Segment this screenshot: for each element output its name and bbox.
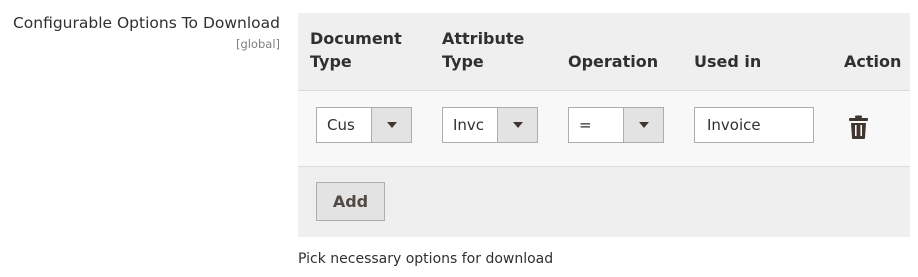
- attribute-type-value: Invc: [453, 116, 485, 134]
- document-type-value: Cus: [327, 116, 355, 134]
- used-in-input[interactable]: Invoice: [694, 107, 814, 143]
- chevron-down-icon[interactable]: [371, 108, 411, 142]
- field-title: Configurable Options To Download: [12, 14, 280, 32]
- scope-label: [global]: [235, 37, 280, 51]
- header-document-type-line1: Document: [310, 29, 402, 48]
- header-attribute-type: Attribute Type: [442, 27, 524, 73]
- table-row: Cus Invc = Invoice: [298, 90, 910, 167]
- chevron-down-icon[interactable]: [497, 108, 537, 142]
- field-note: Pick necessary options for download: [298, 251, 554, 267]
- header-used-in: Used in: [694, 52, 762, 71]
- chevron-down-icon[interactable]: [623, 108, 663, 142]
- field-label: Configurable Options To Download [global…: [13, 13, 280, 52]
- operation-value: =: [579, 116, 592, 134]
- operation-select[interactable]: =: [568, 107, 664, 143]
- document-type-select[interactable]: Cus: [316, 107, 412, 143]
- add-button[interactable]: Add: [316, 182, 385, 221]
- header-document-type-line2: Type: [310, 52, 352, 71]
- header-operation: Operation: [568, 52, 659, 71]
- header-action: Action: [844, 52, 902, 71]
- options-table: Document Type Attribute Type Operation U…: [298, 13, 910, 237]
- header-attribute-type-line2: Type: [442, 52, 484, 71]
- trash-icon[interactable]: [848, 115, 869, 139]
- header-document-type: Document Type: [310, 27, 402, 73]
- header-attribute-type-line1: Attribute: [442, 29, 525, 48]
- attribute-type-select[interactable]: Invc: [442, 107, 538, 143]
